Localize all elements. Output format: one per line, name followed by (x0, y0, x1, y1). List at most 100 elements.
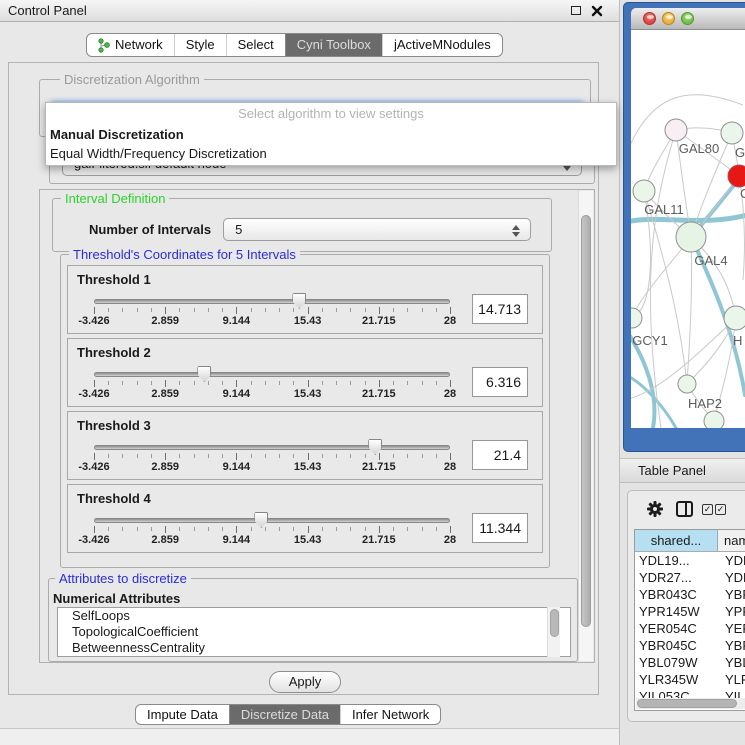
discretization-algorithm-group-title: Discretization Algorithm (60, 72, 204, 87)
tab-discretize-data[interactable]: Discretize Data (229, 705, 340, 724)
node-hap2[interactable] (678, 375, 696, 393)
apply-button[interactable]: Apply (269, 671, 341, 693)
node-label: C (740, 186, 745, 201)
discretization-algorithm-group: Discretization Algorithm Select algorith… (39, 79, 591, 137)
threshold-value-field[interactable]: 11.344 (472, 513, 528, 543)
network-canvas[interactable]: GAL80 GA C GAL11 GAL4 GCY1 H HAP2 (631, 30, 745, 428)
threshold-slider-row: Threshold 2 -3.4262.8599.14415.4321.71528… (67, 338, 543, 407)
threshold-slider[interactable]: -3.4262.8599.14415.4321.71528 (94, 372, 450, 400)
dropdown-option-manual[interactable]: Manual Discretization (46, 125, 616, 144)
table-toolbar: ✓ ✓ (628, 491, 745, 527)
slider-scale-labels: -3.4262.8599.14415.4321.71528 (94, 461, 450, 473)
interval-definition-group-title: Interval Definition (61, 191, 169, 206)
threshold-value-field[interactable]: 14.713 (472, 294, 528, 324)
table-row[interactable]: YLR345W YLR345W (635, 671, 745, 688)
numerical-attributes-list[interactable]: SelfLoopsTopologicalCoefficientBetweenne… (57, 607, 571, 657)
tab-style[interactable]: Style (174, 34, 226, 56)
table-row[interactable]: YBR043C YBR043C (635, 586, 745, 603)
network-window-titlebar[interactable] (631, 8, 745, 30)
node-label: GCY1 (632, 333, 667, 348)
table-row[interactable]: YPR145W YPR145W (635, 603, 745, 620)
table-row[interactable]: YDR27... YDR27 (635, 569, 745, 586)
slider-scale-labels: -3.4262.8599.14415.4321.71528 (94, 534, 450, 546)
close-icon[interactable] (591, 5, 603, 17)
tab-jactivemnodules[interactable]: jActiveMNodules (382, 34, 502, 56)
dropdown-hint-item[interactable]: Select algorithm to view settings (46, 103, 616, 125)
tab-impute-data[interactable]: Impute Data (136, 705, 229, 724)
table-row[interactable]: YDL19... YDL19 (635, 552, 745, 569)
cyni-mode-tabs: Impute Data Discretize Data Infer Networ… (135, 704, 441, 725)
column-header-name[interactable]: name (718, 530, 745, 551)
slider-ticks (94, 307, 450, 315)
right-region: GAL80 GA C GAL11 GAL4 GCY1 H HAP2 Table … (619, 0, 745, 745)
slider-track[interactable] (94, 299, 450, 304)
table-header-row: shared... name (635, 530, 745, 552)
node-bottom[interactable] (704, 411, 724, 428)
threshold-value-field[interactable]: 6.316 (472, 367, 528, 397)
cyni-toolbox-panel: Discretization Algorithm Select algorith… (8, 62, 599, 695)
split-columns-icon[interactable] (676, 501, 693, 517)
list-item[interactable]: SelfLoops (58, 608, 570, 624)
slider-track[interactable] (94, 518, 450, 523)
settings-scrollbar-thumb[interactable] (581, 215, 591, 627)
node-gal11[interactable] (633, 180, 655, 202)
threshold-slider-row: Threshold 4 -3.4262.8599.14415.4321.71528… (67, 484, 543, 553)
gear-icon[interactable] (646, 500, 664, 518)
network-graph-icon (98, 38, 110, 53)
node-top-right[interactable] (721, 122, 743, 144)
tab-network[interactable]: Network (87, 34, 174, 56)
threshold-slider[interactable]: -3.4262.8599.14415.4321.71528 (94, 518, 450, 546)
dropdown-option-equal-width[interactable]: Equal Width/Frequency Discretization (46, 144, 616, 163)
threshold-value-field[interactable]: 21.4 (472, 440, 528, 470)
node-right[interactable] (724, 306, 745, 330)
checkbox-icon[interactable]: ✓ (715, 504, 726, 515)
list-item[interactable]: BetweennessCentrality (58, 640, 570, 656)
app-root: Control Panel Network Style Select Cyni … (0, 0, 745, 745)
slider-ticks (94, 380, 450, 388)
threshold-label: Threshold 3 (77, 418, 151, 433)
tab-select[interactable]: Select (226, 34, 285, 56)
column-header-shared-name[interactable]: shared... (635, 530, 718, 551)
zoom-green-icon[interactable] (681, 12, 694, 25)
list-scrollbar[interactable] (547, 607, 560, 657)
threshold-label: Threshold 1 (77, 272, 151, 287)
float-window-icon[interactable] (571, 6, 581, 15)
table-row[interactable]: YBR045C YBR045C (635, 637, 745, 654)
node-gal4[interactable] (676, 222, 706, 252)
minimize-yellow-icon[interactable] (662, 12, 675, 25)
numerical-attributes-label: Numerical Attributes (53, 591, 180, 606)
table-scrollbar-thumb[interactable] (637, 699, 737, 708)
panel-title: Control Panel (8, 0, 87, 21)
slider-track[interactable] (94, 372, 450, 377)
table-horizontal-scrollbar[interactable] (636, 698, 745, 709)
threshold-label: Threshold 4 (77, 491, 151, 506)
settings-vertical-scrollbar[interactable] (578, 191, 593, 661)
control-panel-titlebar: Control Panel (0, 0, 619, 22)
node-label: GAL80 (679, 141, 719, 156)
tab-cyni-toolbox[interactable]: Cyni Toolbox (285, 34, 382, 56)
tab-infer-network[interactable]: Infer Network (340, 705, 440, 724)
number-of-intervals-combobox[interactable]: 5 (223, 218, 531, 241)
table-row[interactable]: YER054C YER054C (635, 620, 745, 637)
thresholds-group: Threshold's Coordinates for 5 Intervals … (60, 254, 550, 568)
slider-track[interactable] (94, 445, 450, 450)
list-item[interactable]: TopologicalCoefficient (58, 624, 570, 640)
checkbox-icon[interactable]: ✓ (702, 504, 713, 515)
table-rows: YDL19... YDL19 YDR27... YDR27 YBR043C YB… (635, 552, 745, 700)
network-view-window[interactable]: GAL80 GA C GAL11 GAL4 GCY1 H HAP2 (623, 2, 745, 452)
number-of-intervals-value: 5 (235, 222, 242, 237)
table-row[interactable]: YBL079W YBL079W (635, 654, 745, 671)
node-gal80[interactable] (665, 119, 687, 141)
settings-scroll-panel: Interval Definition Number of Intervals … (39, 189, 595, 663)
threshold-label: Threshold 2 (77, 345, 151, 360)
threshold-slider[interactable]: -3.4262.8599.14415.4321.71528 (94, 445, 450, 473)
node-label: GAL11 (644, 202, 684, 217)
table-panel-title: Table Panel (638, 459, 706, 482)
list-scrollbar-thumb[interactable] (550, 609, 559, 637)
node-label: GAL4 (694, 253, 727, 268)
node-red[interactable] (728, 165, 745, 187)
slider-ticks (94, 453, 450, 461)
threshold-slider[interactable]: -3.4262.8599.14415.4321.71528 (94, 299, 450, 327)
slider-scale-labels: -3.4262.8599.14415.4321.71528 (94, 315, 450, 327)
close-red-icon[interactable] (643, 12, 656, 25)
